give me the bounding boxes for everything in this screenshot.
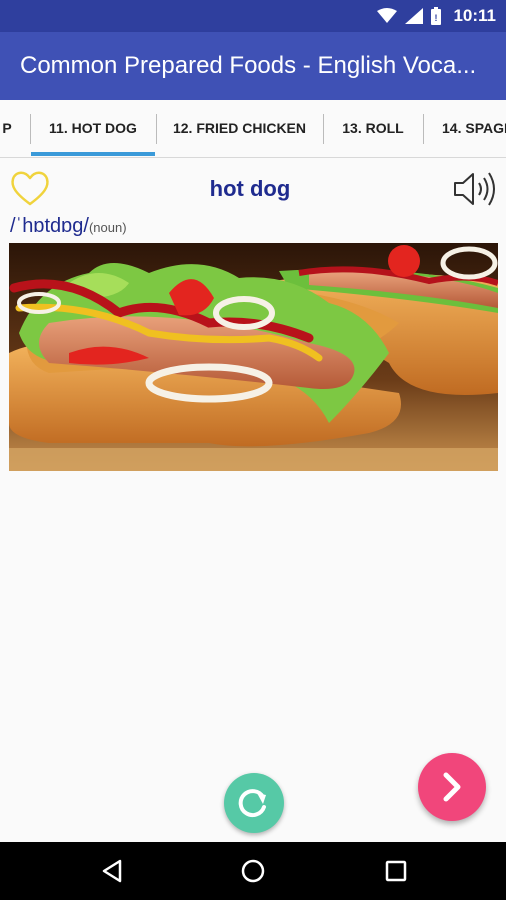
tab-roll[interactable]: 13. ROLL: [324, 100, 422, 156]
replay-button[interactable]: [224, 773, 284, 833]
phonetic-line: /ˈhɒtdɒɡ/(noun): [10, 215, 127, 238]
recents-icon[interactable]: [381, 856, 411, 886]
tab-indicator: [31, 152, 155, 156]
tab-bar: P 11. HOT DOG 12. FRIED CHICKEN 13. ROLL…: [0, 100, 506, 158]
status-time: 10:11: [453, 6, 496, 25]
navigation-bar: [0, 842, 506, 900]
tab-label: 11. HOT DOG: [49, 120, 137, 136]
tab-10[interactable]: P: [0, 100, 14, 156]
battery-icon: !: [431, 7, 442, 25]
svg-text:!: !: [435, 13, 438, 23]
app-bar: Common Prepared Foods - English Voca...: [0, 32, 506, 100]
next-button[interactable]: [418, 753, 486, 821]
tab-label: 13. ROLL: [342, 120, 404, 136]
word-title: hot dog: [209, 176, 291, 201]
wifi-icon: [377, 8, 398, 23]
home-icon[interactable]: [238, 856, 268, 886]
chevron-right-icon: [443, 772, 461, 802]
hot-dog-illustration: [9, 243, 498, 471]
app-title: Common Prepared Foods - English Voca...: [20, 52, 477, 79]
heart-outline-icon[interactable]: [9, 168, 51, 208]
tab-label: 12. FRIED CHICKEN: [172, 120, 307, 136]
tab-label: P: [2, 120, 12, 136]
speaker-icon[interactable]: [452, 170, 500, 208]
status-bar: ! 10:11: [0, 0, 506, 32]
tab-hot-dog[interactable]: 11. HOT DOG: [31, 100, 155, 156]
tab-label: 14. SPAGH: [442, 120, 506, 136]
part-of-speech: (noun): [88, 220, 127, 235]
tab-fried-chicken[interactable]: 12. FRIED CHICKEN: [157, 100, 322, 156]
status-icons: ! 10:11: [377, 0, 496, 32]
back-icon[interactable]: [98, 856, 128, 886]
food-image: [9, 243, 498, 471]
phonetic-transcription: /ˈhɒtdɒɡ/: [10, 215, 89, 237]
tab-spaghetti[interactable]: 14. SPAGH: [424, 100, 506, 156]
replay-icon: [238, 789, 266, 818]
signal-icon: [405, 8, 424, 24]
